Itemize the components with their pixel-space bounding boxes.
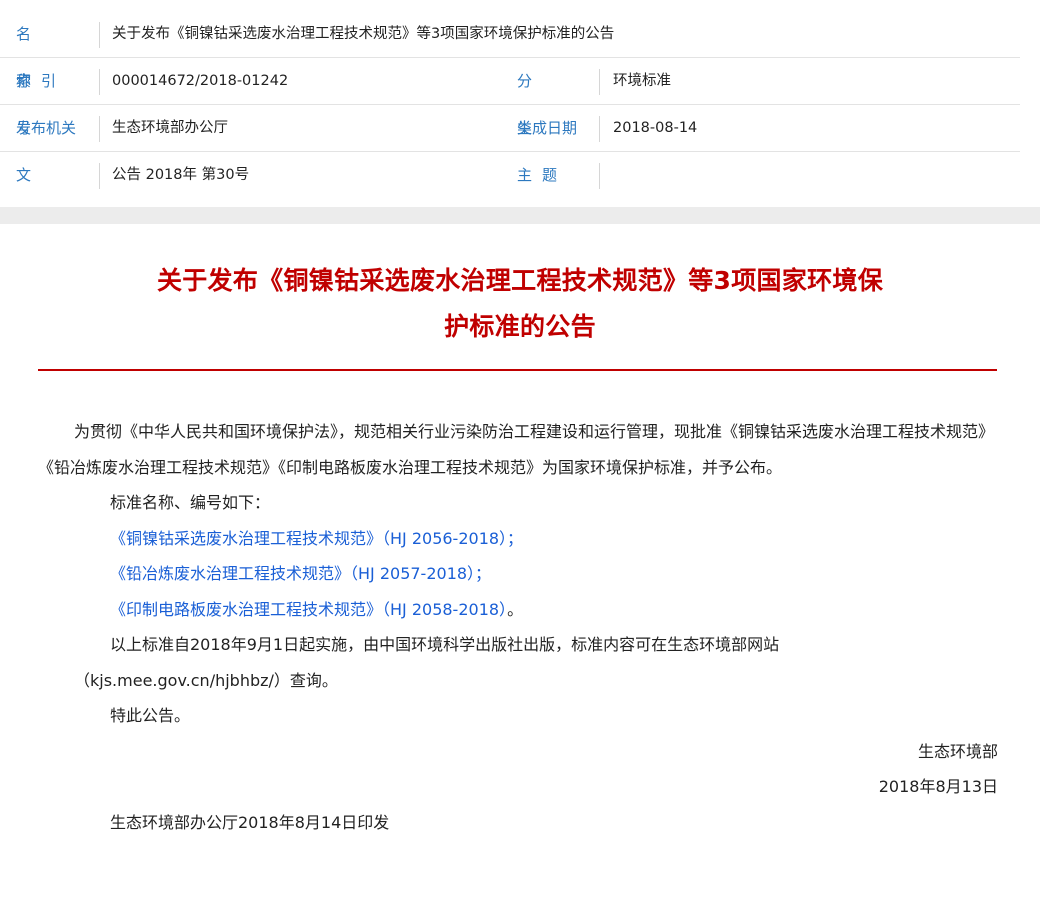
- index-label-text: 索引号: [16, 72, 67, 137]
- signature-date: 2018年8月13日: [878, 777, 998, 796]
- standard-link-1-row: 《铜镍钴采选废水治理工程技术规范》（HJ 2056-2018）；: [38, 521, 998, 557]
- index-value: 000014672/2018-01242: [112, 73, 289, 89]
- name-label: 名称: [16, 11, 84, 90]
- meta-row-issuer: 发布机关 生态环境部办公厅 生成日期 2018-08-14: [0, 105, 1040, 152]
- article: 关于发布《铜镍钴采选废水治理工程技术规范》等3项国家环境保 护标准的公告 为贯彻…: [0, 224, 1040, 911]
- divider: [599, 116, 600, 142]
- issuer-label: 发布机关: [16, 105, 84, 152]
- divider: [99, 69, 100, 95]
- divider: [599, 163, 600, 189]
- date-label-text: 生成日期: [517, 119, 578, 137]
- issuer-value: 生态环境部办公厅: [112, 120, 228, 136]
- divider: [99, 163, 100, 189]
- divider: [599, 69, 600, 95]
- divider: [99, 116, 100, 142]
- meta-row-index: 索引号 000014672/2018-01242 分类 环境标准: [0, 58, 1040, 137]
- footer-issued: 生态环境部办公厅2018年8月14日印发: [110, 812, 390, 832]
- standard-link-3-row: 《印制电路板废水治理工程技术规范》（HJ 2058-2018）。: [38, 592, 998, 628]
- title-rule: [38, 369, 997, 371]
- metadata-table: 名称 关于发布《铜镍钴采选废水治理工程技术规范》等3项国家环境保护标准的公告 索…: [0, 0, 1040, 231]
- section-divider-band: [0, 207, 1040, 224]
- standard-link-1[interactable]: 《铜镍钴采选废水治理工程技术规范》（HJ 2056-2018）；: [110, 529, 523, 548]
- date-value: 2018-08-14: [613, 120, 698, 136]
- paragraph-implementation-line-1: 以上标准自2018年9月1日起实施，由中国环境科学出版社出版，标准内容可在生态环…: [110, 635, 780, 654]
- title-line-2: 护标准的公告: [444, 312, 596, 341]
- standard-link-3[interactable]: 《印制电路板废水治理工程技术规范》（HJ 2058-2018）: [110, 600, 507, 619]
- standard-link-2-row: 《铅冶炼废水治理工程技术规范》（HJ 2057-2018）；: [38, 556, 998, 592]
- issuer-label-text: 发布机关: [16, 119, 77, 137]
- keywords-label-text: 主题词: [517, 166, 568, 231]
- standard-link-2[interactable]: 《铅冶炼废水治理工程技术规范》（HJ 2057-2018）；: [110, 564, 491, 583]
- paragraph-implementation-line-2: （kjs.mee.gov.cn/hjbhbz/）查询。: [74, 670, 338, 690]
- signature-org: 生态环境部: [917, 741, 998, 761]
- paragraph-list-intro: 标准名称、编号如下：: [110, 493, 271, 512]
- category-value: 环境标准: [613, 73, 671, 89]
- article-title: 关于发布《铜镍钴采选废水治理工程技术规范》等3项国家环境保 护标准的公告: [100, 258, 940, 350]
- name-value: 关于发布《铜镍钴采选废水治理工程技术规范》等3项国家环境保护标准的公告: [112, 26, 615, 42]
- article-body: 为贯彻《中华人民共和国环境保护法》，规范相关行业污染防治工程建设和运行管理，现批…: [38, 414, 998, 840]
- link-3-suffix: 。: [507, 599, 524, 619]
- paragraph-intro: 为贯彻《中华人民共和国环境保护法》，规范相关行业污染防治工程建设和运行管理，现批…: [38, 422, 995, 477]
- category-label-text: 分类: [517, 72, 564, 137]
- name-label-text: 名称: [16, 25, 63, 90]
- paragraph-closing: 特此公告。: [110, 706, 191, 725]
- meta-row-docno: 文号 公告 2018年 第30号 主题词: [0, 152, 1040, 231]
- title-line-1: 关于发布《铜镍钴采选废水治理工程技术规范》等3项国家环境保: [156, 266, 884, 295]
- date-label: 生成日期: [517, 105, 585, 152]
- meta-row-name: 名称 关于发布《铜镍钴采选废水治理工程技术规范》等3项国家环境保护标准的公告: [0, 11, 1040, 90]
- keywords-label: 主题词: [517, 152, 585, 231]
- index-label: 索引号: [16, 58, 84, 137]
- docno-label-text: 文号: [16, 166, 63, 231]
- docno-label: 文号: [16, 152, 84, 231]
- divider: [99, 22, 100, 48]
- docno-value: 公告 2018年 第30号: [112, 167, 250, 183]
- category-label: 分类: [517, 58, 585, 137]
